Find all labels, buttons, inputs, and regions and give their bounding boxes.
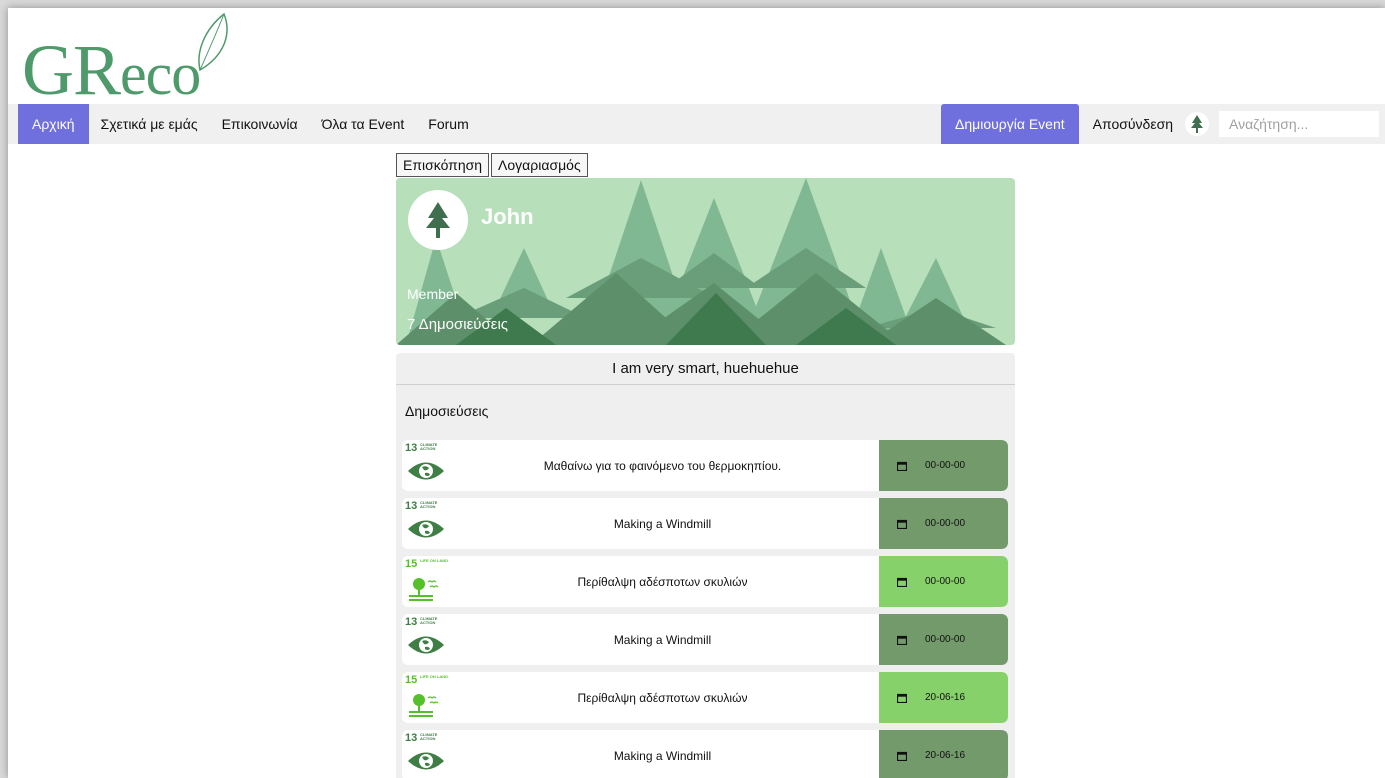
post-item[interactable]: 13 CLIMATE ACTION Making a Windmill 00-0… (402, 614, 1008, 665)
main-nav: Αρχική Σχετικά με εμάς Επικοινωνία Όλα τ… (8, 104, 1385, 144)
eye-earth-icon (408, 636, 444, 654)
nav-item-forum[interactable]: Forum (416, 104, 480, 144)
post-date: 00-00-00 (879, 556, 1008, 607)
profile-role: Member (407, 286, 459, 302)
greco-logo[interactable]: GReco (22, 12, 242, 112)
sdg-15-badge: 15 LIFE ON LAND (402, 556, 450, 607)
post-item[interactable]: 15 LIFE ON LAND Περίθαλψη αδέσποτων σκυλ… (402, 556, 1008, 607)
logout-link[interactable]: Αποσύνδεση (1079, 116, 1185, 132)
tab-account[interactable]: Λογαριασμός (491, 153, 588, 177)
profile-bio: I am very smart, huehuehue (396, 353, 1015, 385)
eye-earth-icon (408, 520, 444, 538)
posts-heading: Δημοσιεύσεις (405, 403, 489, 419)
tab-overview[interactable]: Επισκόπηση (396, 153, 490, 177)
sdg-13-badge: 13 CLIMATE ACTION (402, 730, 450, 778)
create-event-button[interactable]: Δημιουργία Event (941, 104, 1079, 144)
post-title[interactable]: Περίθαλψη αδέσποτων σκυλιών (450, 691, 879, 705)
profile-banner: John Member 7 Δημοσιεύσεις (396, 178, 1015, 345)
browser-page: GReco Αρχική Σχετικά με εμάς Επικοινωνία… (8, 8, 1385, 778)
post-item[interactable]: 13 CLIMATE ACTION Making a Windmill 00-0… (402, 498, 1008, 549)
tree-birds-icon (409, 694, 439, 717)
post-item[interactable]: 15 LIFE ON LAND Περίθαλψη αδέσποτων σκυλ… (402, 672, 1008, 723)
sdg-13-badge: 13 CLIMATE ACTION (402, 498, 450, 549)
calendar-icon (897, 577, 907, 587)
post-item[interactable]: 13 CLIMATE ACTION Μαθαίνω για το φαινόμε… (402, 440, 1008, 491)
calendar-icon (897, 519, 907, 529)
post-title[interactable]: Μαθαίνω για το φαινόμενο του θερμοκηπίου… (450, 459, 879, 473)
tree-birds-icon (409, 578, 439, 601)
pine-tree-icon (1191, 115, 1203, 133)
profile-avatar[interactable] (408, 190, 468, 250)
post-date: 00-00-00 (879, 440, 1008, 491)
profile-tabs: Επισκόπηση Λογαριασμός (396, 153, 588, 177)
eye-earth-icon (408, 462, 444, 480)
sdg-13-badge: 13 CLIMATE ACTION (402, 614, 450, 665)
user-avatar[interactable] (1185, 112, 1209, 136)
post-list: 13 CLIMATE ACTION Μαθαίνω για το φαινόμε… (402, 440, 1008, 778)
post-item[interactable]: 13 CLIMATE ACTION Making a Windmill 20-0… (402, 730, 1008, 778)
post-date: 20-06-16 (879, 730, 1008, 778)
post-title[interactable]: Making a Windmill (450, 749, 879, 763)
eye-earth-icon (408, 752, 444, 770)
calendar-icon (897, 635, 907, 645)
calendar-icon (897, 751, 907, 761)
post-title[interactable]: Περίθαλψη αδέσποτων σκυλιών (450, 575, 879, 589)
nav-item-about[interactable]: Σχετικά με εμάς (89, 104, 210, 144)
leaf-icon (198, 12, 228, 72)
logo-text-rest: eco (120, 41, 201, 107)
profile-name: John (481, 204, 534, 229)
profile-content-panel: I am very smart, huehuehue Δημοσιεύσεις … (396, 353, 1015, 778)
nav-item-contact[interactable]: Επικοινωνία (210, 104, 310, 144)
nav-item-home[interactable]: Αρχική (18, 104, 89, 144)
nav-right-group: Δημιουργία Event Αποσύνδεση (941, 104, 1385, 144)
sdg-15-badge: 15 LIFE ON LAND (402, 672, 450, 723)
logo-text-main: GR (22, 30, 121, 110)
calendar-icon (897, 461, 907, 471)
post-title[interactable]: Making a Windmill (450, 517, 879, 531)
search-input[interactable] (1219, 111, 1379, 137)
nav-item-all-events[interactable]: Όλα τα Event (310, 104, 417, 144)
post-title[interactable]: Making a Windmill (450, 633, 879, 647)
post-date: 00-00-00 (879, 498, 1008, 549)
post-date: 20-06-16 (879, 672, 1008, 723)
profile-posts-count: 7 Δημοσιεύσεις (407, 316, 509, 333)
calendar-icon (897, 693, 907, 703)
post-date: 00-00-00 (879, 614, 1008, 665)
sdg-13-badge: 13 CLIMATE ACTION (402, 440, 450, 491)
pine-tree-icon (426, 202, 450, 238)
